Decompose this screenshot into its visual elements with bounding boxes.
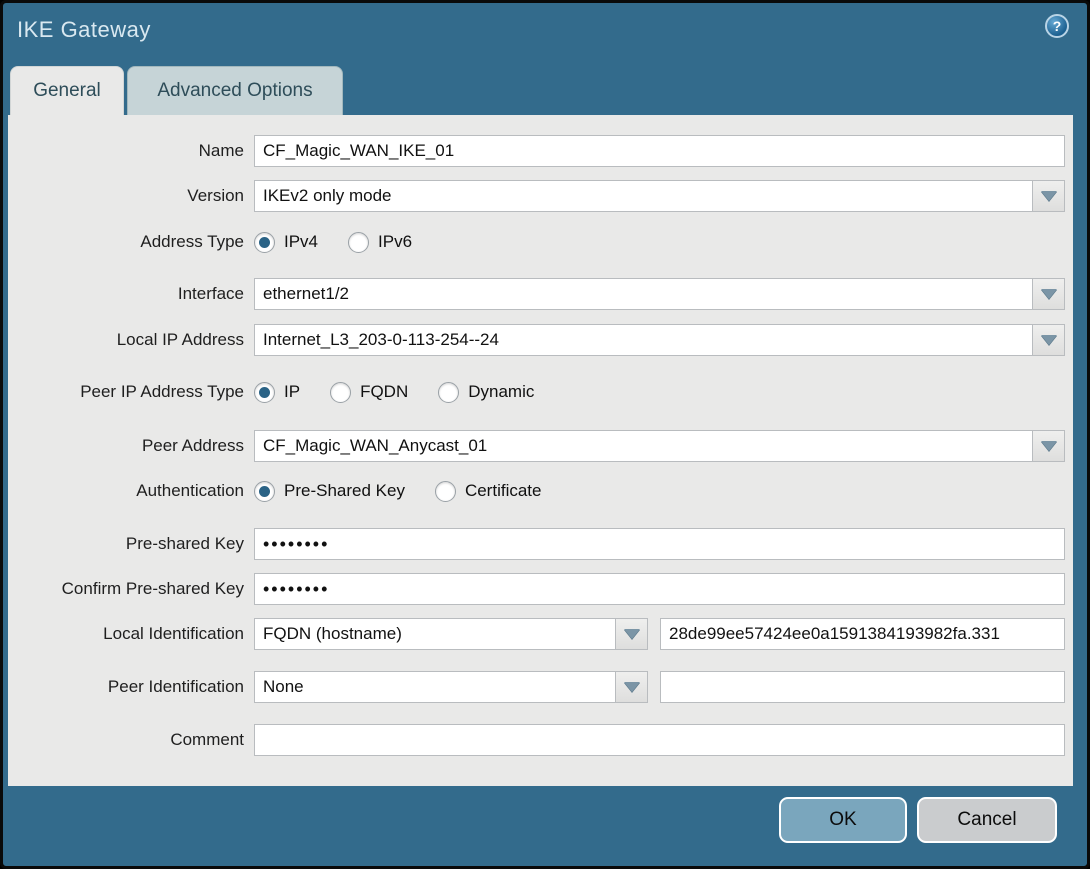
tab-advanced-options[interactable]: Advanced Options	[127, 66, 343, 115]
cancel-button[interactable]: Cancel	[917, 797, 1057, 843]
name-label: Name	[198, 141, 244, 160]
version-dropdown-button[interactable]	[1032, 180, 1065, 212]
interface-row: Interface	[8, 278, 1073, 310]
local-ip-address-input[interactable]	[254, 324, 1033, 356]
address-type-row: Address Type IPv4 IPv6	[8, 228, 1073, 256]
local-identification-value-input[interactable]	[660, 618, 1065, 650]
dynamic-radio-label[interactable]: Dynamic	[468, 382, 534, 402]
chevron-down-icon	[623, 629, 640, 639]
peer-ip-address-type-row: Peer IP Address Type IP FQDN Dynamic	[8, 378, 1073, 406]
ipv6-radio[interactable]	[348, 231, 370, 253]
help-icon[interactable]: ?	[1045, 14, 1069, 38]
chevron-down-icon	[1040, 191, 1057, 201]
name-row: Name	[8, 135, 1073, 167]
authentication-row: Authentication Pre-Shared Key Certificat…	[8, 477, 1073, 505]
authentication-label: Authentication	[136, 481, 244, 500]
version-row: Version	[8, 180, 1073, 212]
ip-radio[interactable]	[254, 381, 275, 403]
pre-shared-key-input[interactable]	[254, 528, 1065, 560]
local-identification-type-input[interactable]	[254, 618, 616, 650]
auth-option-certificate[interactable]: Certificate	[434, 480, 542, 502]
interface-dropdown-button[interactable]	[1032, 278, 1065, 310]
name-input[interactable]	[254, 135, 1065, 167]
peer-address-label: Peer Address	[141, 436, 244, 455]
certificate-radio[interactable]	[434, 480, 456, 502]
ipv4-radio[interactable]	[254, 231, 275, 253]
interface-label: Interface	[177, 284, 244, 303]
local-identification-label: Local Identification	[103, 624, 244, 643]
chevron-down-icon	[1040, 441, 1057, 451]
address-type-option-ipv4[interactable]: IPv4	[254, 231, 318, 253]
version-input[interactable]	[254, 180, 1033, 212]
ipv4-radio-label[interactable]: IPv4	[284, 232, 318, 252]
address-type-option-ipv6[interactable]: IPv6	[348, 231, 412, 253]
peer-identification-label: Peer Identification	[107, 677, 244, 696]
peer-identification-dropdown-button[interactable]	[615, 671, 648, 703]
local-ip-address-row: Local IP Address	[8, 324, 1073, 356]
address-type-label: Address Type	[140, 232, 244, 251]
local-identification-row: Local Identification	[8, 618, 1073, 650]
peer-identification-row: Peer Identification	[8, 671, 1073, 703]
ike-gateway-dialog: IKE Gateway ? General Advanced Options N…	[0, 0, 1090, 869]
peer-address-row: Peer Address	[8, 430, 1073, 462]
confirm-pre-shared-key-label: Confirm Pre-shared Key	[61, 579, 244, 598]
peer-identification-type-input[interactable]	[254, 671, 616, 703]
dynamic-radio[interactable]	[438, 381, 460, 403]
tab-general[interactable]: General	[10, 66, 124, 115]
peer-ip-type-option-fqdn[interactable]: FQDN	[330, 381, 408, 403]
pre-shared-key-label: Pre-shared Key	[125, 534, 244, 553]
fqdn-radio-label[interactable]: FQDN	[360, 382, 408, 402]
chevron-down-icon	[623, 682, 640, 692]
pre-shared-key-radio[interactable]	[254, 480, 275, 502]
local-identification-dropdown-button[interactable]	[615, 618, 648, 650]
chevron-down-icon	[1040, 289, 1057, 299]
ok-button[interactable]: OK	[779, 797, 907, 843]
pre-shared-key-radio-label[interactable]: Pre-Shared Key	[284, 481, 405, 501]
interface-input[interactable]	[254, 278, 1033, 310]
tab-general-label: General	[33, 80, 101, 101]
tab-bar: General Advanced Options	[10, 66, 343, 115]
dialog-title: IKE Gateway	[17, 17, 151, 42]
general-tab-panel: Name Version Address Type	[8, 115, 1073, 786]
chevron-down-icon	[1040, 335, 1057, 345]
peer-ip-address-type-label: Peer IP Address Type	[80, 382, 244, 401]
tab-advanced-options-label: Advanced Options	[157, 80, 313, 101]
certificate-radio-label[interactable]: Certificate	[465, 481, 542, 501]
version-label: Version	[187, 186, 244, 205]
peer-address-input[interactable]	[254, 430, 1033, 462]
ipv6-radio-label[interactable]: IPv6	[378, 232, 412, 252]
local-ip-address-label: Local IP Address	[116, 330, 244, 349]
local-ip-address-dropdown-button[interactable]	[1032, 324, 1065, 356]
auth-option-pre-shared-key[interactable]: Pre-Shared Key	[254, 480, 405, 502]
confirm-pre-shared-key-row: Confirm Pre-shared Key	[8, 573, 1073, 605]
comment-label: Comment	[170, 730, 244, 749]
peer-ip-type-option-dynamic[interactable]: Dynamic	[438, 381, 534, 403]
peer-address-dropdown-button[interactable]	[1032, 430, 1065, 462]
comment-input[interactable]	[254, 724, 1065, 756]
pre-shared-key-row: Pre-shared Key	[8, 528, 1073, 560]
fqdn-radio[interactable]	[330, 381, 352, 403]
ip-radio-label[interactable]: IP	[284, 382, 300, 402]
comment-row: Comment	[8, 724, 1073, 756]
confirm-pre-shared-key-input[interactable]	[254, 573, 1065, 605]
peer-identification-value-input[interactable]	[660, 671, 1065, 703]
peer-ip-type-option-ip[interactable]: IP	[254, 381, 300, 403]
